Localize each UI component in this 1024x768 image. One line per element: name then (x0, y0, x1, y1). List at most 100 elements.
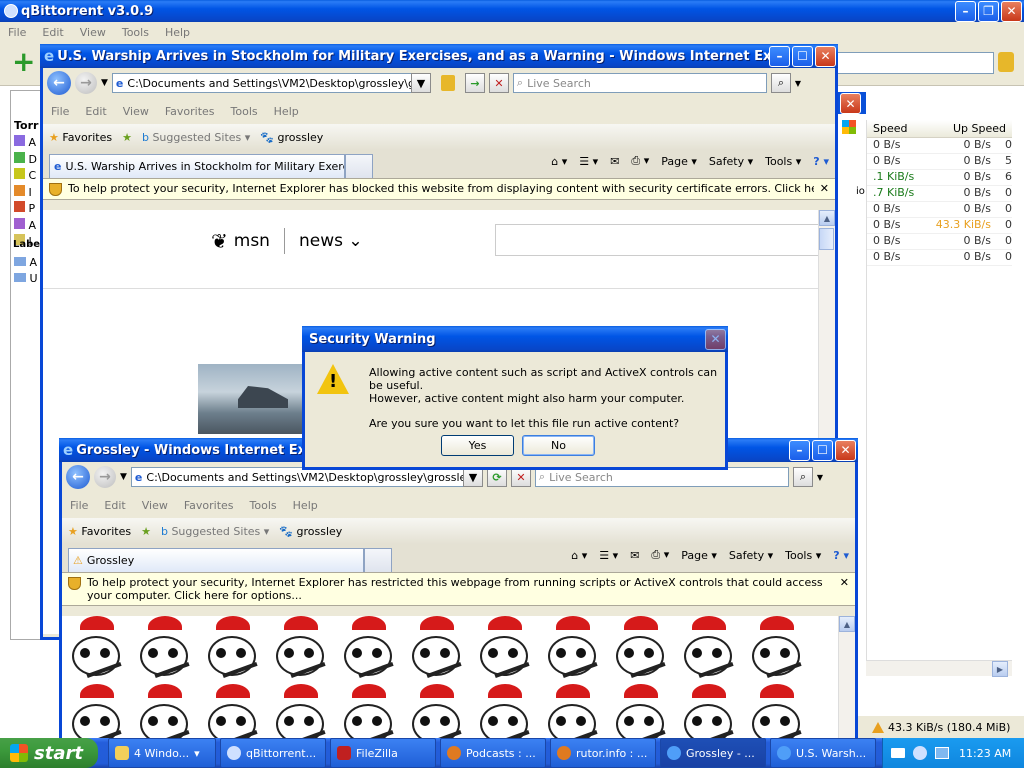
menu-view[interactable]: View (115, 105, 157, 118)
transfer-row[interactable]: 0 B/s 0 B/s 0 (867, 138, 1012, 154)
transfer-row[interactable]: .7 KiB/s 0 B/s 0 (867, 186, 1012, 202)
column-speed[interactable]: Speed (873, 122, 907, 135)
tab-warship[interactable]: e U.S. Warship Arrives in Stockholm for M… (49, 154, 345, 178)
qbittorrent-titlebar[interactable]: qBittorrent v3.0.9 – ❐ ✕ (0, 0, 1024, 22)
menu-edit[interactable]: Edit (34, 26, 71, 39)
feeds-icon[interactable]: ☰ ▾ (599, 549, 618, 562)
safety-menu[interactable]: Safety ▾ (709, 155, 753, 168)
close-button[interactable]: ✕ (1001, 0, 1022, 22)
no-button[interactable]: No (522, 435, 595, 456)
minimize-button[interactable]: – (769, 45, 790, 67)
history-dropdown-icon[interactable]: ▼ (101, 78, 108, 88)
history-dropdown-icon[interactable]: ▼ (120, 472, 127, 482)
add-torrent-icon[interactable]: + (12, 48, 35, 76)
scroll-up-button[interactable]: ▲ (839, 616, 855, 632)
transfer-row[interactable]: .1 KiB/s 0 B/s 6 (867, 170, 1012, 186)
minimize-button[interactable]: – (789, 439, 810, 461)
tools-menu[interactable]: Tools ▾ (785, 549, 821, 562)
grossley-favorite-link[interactable]: 🐾 grossley (260, 131, 323, 144)
menu-help[interactable]: Help (157, 26, 198, 39)
home-icon[interactable]: ⌂ ▾ (571, 549, 587, 562)
menu-tools[interactable]: Tools (242, 499, 285, 512)
search-button[interactable]: ⌕ (792, 467, 813, 487)
transfer-row[interactable]: 0 B/s 0 B/s 0 (867, 250, 1012, 266)
new-tab-button[interactable] (364, 548, 392, 572)
restore-button[interactable]: ❐ (978, 0, 999, 22)
forward-button[interactable]: → (94, 466, 116, 488)
favorites-button[interactable]: ★ Favorites (49, 131, 112, 144)
address-field[interactable]: e C:\Documents and Settings\VM2\Desktop\… (130, 467, 464, 487)
transfer-row[interactable]: 0 B/s 43.3 KiB/s 0 (867, 218, 1012, 234)
security-info-bar[interactable]: To help protect your security, Internet … (43, 178, 835, 200)
favorites-button[interactable]: ★ Favorites (68, 525, 131, 538)
scroll-thumb[interactable] (819, 228, 834, 250)
menu-edit[interactable]: Edit (77, 105, 114, 118)
search-button[interactable]: ⌕ (770, 73, 791, 93)
yes-button[interactable]: Yes (441, 435, 514, 456)
news-link[interactable]: news ⌄ (299, 231, 363, 251)
menu-file[interactable]: File (43, 105, 77, 118)
help-icon[interactable]: ? ▾ (833, 549, 849, 562)
menu-favorites[interactable]: Favorites (157, 105, 223, 118)
msn-search-box[interactable] (495, 224, 821, 256)
print-icon[interactable]: ⎙ ▾ (651, 548, 669, 562)
keyboard-icon[interactable] (891, 748, 905, 758)
clock[interactable]: 11:23 AM (959, 747, 1011, 760)
stop-button[interactable]: ✕ (488, 73, 509, 93)
new-tab-button[interactable] (345, 154, 373, 178)
address-dropdown-button[interactable]: ▼ (462, 467, 483, 487)
dialog-close-button[interactable]: ✕ (705, 328, 726, 350)
add-favorite-icon[interactable]: ★ (122, 131, 132, 144)
refresh-button[interactable]: ⟳ (486, 467, 507, 487)
menu-file[interactable]: File (0, 26, 34, 39)
maximize-button[interactable]: ☐ (792, 45, 813, 67)
minimize-button[interactable]: – (955, 0, 976, 22)
sidebar-label-item[interactable]: A (14, 255, 38, 271)
taskbar-item-filezilla[interactable]: FileZilla (330, 738, 436, 768)
network-icon[interactable] (935, 747, 949, 759)
safety-menu[interactable]: Safety ▾ (729, 549, 773, 562)
sidebar-item[interactable]: C (14, 168, 37, 185)
ie-warship-titlebar[interactable]: e U.S. Warship Arrives in Stockholm for … (40, 44, 838, 68)
msn-logo[interactable]: ❦ msn news ⌄ (211, 228, 363, 254)
inner-close-button[interactable]: ✕ (840, 93, 861, 114)
lock-icon[interactable] (440, 75, 455, 91)
page-menu[interactable]: Page ▾ (681, 549, 717, 562)
stop-button[interactable]: ✕ (510, 467, 531, 487)
tools-menu[interactable]: Tools ▾ (765, 155, 801, 168)
back-button[interactable]: ← (47, 71, 71, 95)
search-options-icon[interactable]: ▼ (817, 473, 823, 482)
info-close-icon[interactable]: ✕ (820, 182, 829, 195)
grossley-favorite-link[interactable]: 🐾 grossley (279, 525, 342, 538)
qbittorrent-search-field[interactable] (836, 52, 994, 74)
feeds-icon[interactable]: ☰ ▾ (579, 155, 598, 168)
mail-icon[interactable]: ✉ (630, 549, 639, 562)
address-field[interactable]: e C:\Documents and Settings\VM2\Desktop\… (111, 73, 412, 93)
sidebar-item[interactable]: P (14, 201, 37, 218)
suggested-sites-link[interactable]: b Suggested Sites ▾ (142, 131, 250, 144)
transfer-hscroll[interactable]: ▶ (866, 660, 1012, 677)
info-close-icon[interactable]: ✕ (840, 576, 849, 589)
taskbar-item-warship[interactable]: U.S. Warsh... (770, 738, 876, 768)
menu-help[interactable]: Help (266, 105, 307, 118)
mail-icon[interactable]: ✉ (610, 155, 619, 168)
print-icon[interactable]: ⎙ ▾ (631, 154, 649, 168)
suggested-sites-link[interactable]: b Suggested Sites ▾ (161, 525, 269, 538)
go-button[interactable]: → (464, 73, 485, 93)
live-search-input[interactable]: ⌕ Live Search (534, 467, 789, 487)
grossley-vscroll[interactable]: ▲ (838, 616, 855, 738)
menu-file[interactable]: File (62, 499, 96, 512)
sidebar-item[interactable]: A (14, 135, 37, 152)
address-dropdown-button[interactable]: ▼ (410, 73, 431, 93)
start-button[interactable]: start (0, 738, 98, 768)
tab-grossley[interactable]: ⚠ Grossley (68, 548, 364, 572)
dialog-titlebar[interactable]: Security Warning ✕ (302, 326, 728, 352)
activex-info-bar[interactable]: To help protect your security, Internet … (62, 572, 855, 606)
transfer-row[interactable]: 0 B/s 0 B/s 0 (867, 234, 1012, 250)
sidebar-item[interactable]: A (14, 217, 37, 235)
scroll-up-button[interactable]: ▲ (819, 210, 835, 226)
page-menu[interactable]: Page ▾ (661, 155, 697, 168)
sidebar-label-item[interactable]: U (14, 271, 38, 287)
taskbar-item-grossley[interactable]: Grossley - ... (660, 738, 766, 768)
menu-favorites[interactable]: Favorites (176, 499, 242, 512)
